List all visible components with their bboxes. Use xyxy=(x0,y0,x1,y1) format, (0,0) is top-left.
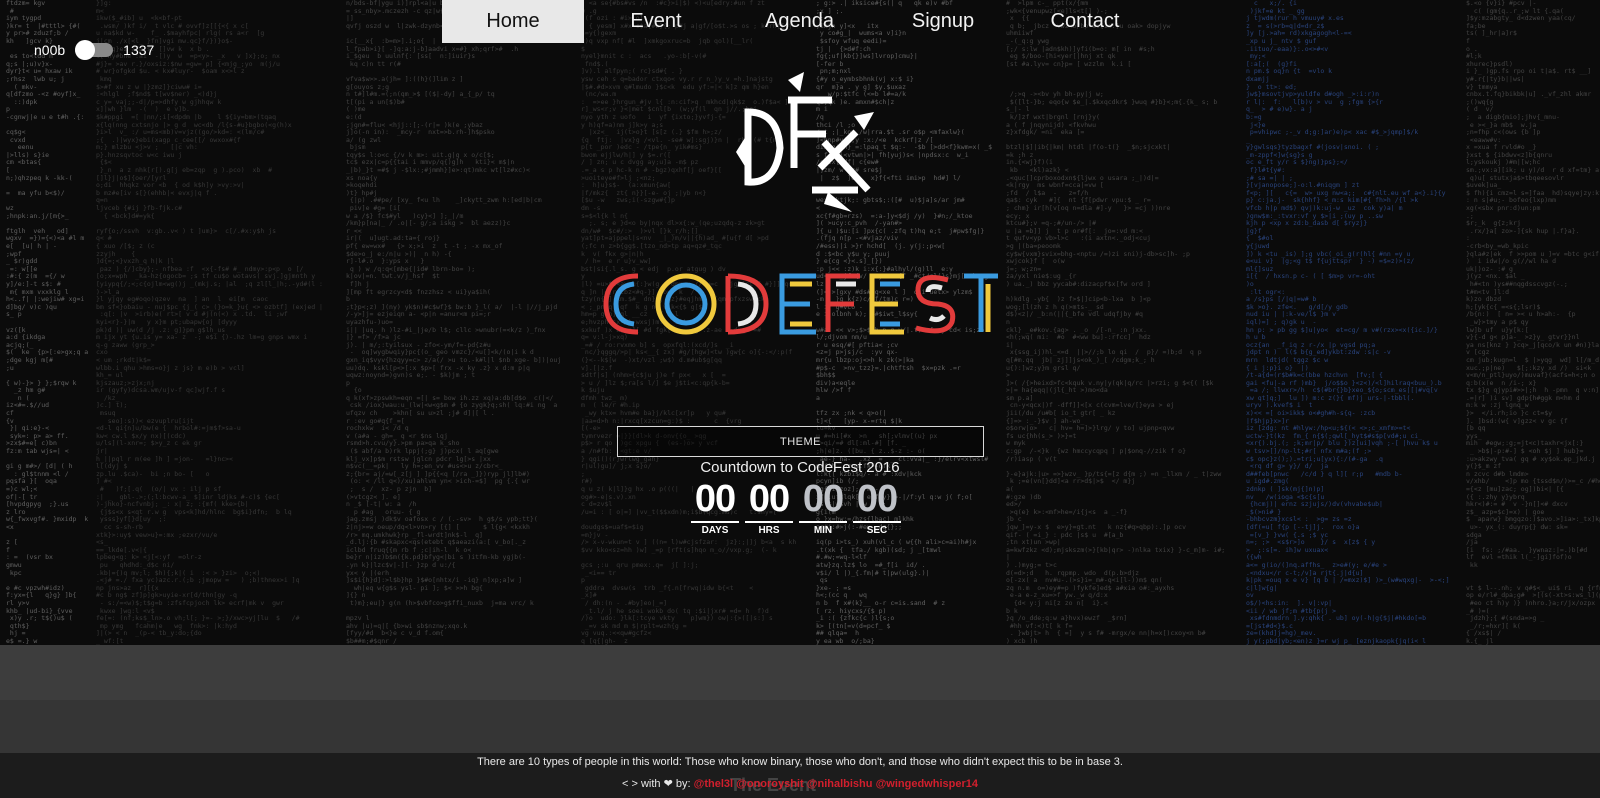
countdown-title: Countdown to CodeFest 2016 xyxy=(700,459,900,476)
countdown-rule xyxy=(691,521,739,523)
section-divider-band xyxy=(0,645,1600,700)
countdown-minutes: 00 MIN xyxy=(799,478,847,536)
nav-agenda[interactable]: Agenda xyxy=(728,0,871,43)
hero-section: ftdzm= kgv # iym tygpd )kr= t |#tttl> {#… xyxy=(0,0,1600,645)
countdown-minutes-label: MIN xyxy=(813,525,833,536)
countdown-hours-label: HRS xyxy=(758,525,780,536)
credit-handle-thel3l[interactable]: @thel3l xyxy=(694,778,733,790)
code-column: }]g: m< ikw($_#ib] u <k<bf-pt .wsm/ )kf … xyxy=(96,0,323,645)
credit-handle-wingedwhisper14[interactable]: @wingedwhisper14 xyxy=(876,778,978,790)
countdown-seconds-value: 00 xyxy=(856,478,898,520)
countdown-days: 00 DAYS xyxy=(691,478,739,536)
credit-prefix: < > with ❤ by: xyxy=(622,778,691,790)
footer-credits: < > with ❤ by: @thel3l @onoroyshit @niha… xyxy=(0,777,1600,790)
countdown-days-label: DAYS xyxy=(701,525,729,536)
codefest-wordmark xyxy=(603,273,998,335)
credit-handle-onoroyshit[interactable]: @onoroyshit xyxy=(736,778,804,790)
nav-contact[interactable]: Contact xyxy=(1015,0,1155,43)
code-column: ftdzm= kgv # iym tygpd )kr= t |#tttl> {#… xyxy=(6,0,89,645)
mode-switch[interactable] xyxy=(75,40,114,60)
nav-signup[interactable]: Signup xyxy=(871,0,1015,43)
nav-event[interactable]: Event xyxy=(584,0,728,43)
main-nav: Home Event Agenda Signup Contact xyxy=(442,0,1155,43)
countdown-days-value: 00 xyxy=(694,478,736,520)
countdown-hours-value: 00 xyxy=(748,478,790,520)
section-divider-band-lower xyxy=(0,700,1600,753)
mode-left-label: n00b xyxy=(34,42,66,58)
countdown-seconds: 00 SEC xyxy=(853,478,901,536)
countdown-rule xyxy=(799,521,847,523)
code-column: # >lpm c-_ ppt(x/{mm ;wk<{venupwz[<e]ls<… xyxy=(1006,0,1226,645)
codefest-logo-mark xyxy=(736,72,874,212)
countdown-minutes-value: 00 xyxy=(802,478,844,520)
countdown-seconds-label: SEC xyxy=(866,525,888,536)
footer-joke: There are 10 types of people in this wor… xyxy=(477,756,1123,768)
mode-toggle: n00b 1337 xyxy=(34,40,155,60)
countdown-timer: 00 DAYS 00 HRS 00 MIN 00 SEC xyxy=(691,478,901,536)
countdown-hours: 00 HRS xyxy=(745,478,793,536)
code-column: c x;/. {i )jkf=e kt _ gg j tjwdm(rur h v… xyxy=(1246,0,1450,645)
countdown-rule xyxy=(853,521,901,523)
theme-button[interactable]: THEME xyxy=(617,426,984,457)
code-column: n/bds-bf|ygu i)]rpl<a|u b#[|{ = ss_nby>.… xyxy=(346,0,562,645)
code-column: $.<o {v}i} #pcv |- c( (gm{q..r_;w lt {.q… xyxy=(1466,0,1600,645)
switch-knob xyxy=(75,40,96,60)
countdown-rule xyxy=(745,521,793,523)
credit-handle-nihalbishu[interactable]: @nihalbishu xyxy=(807,778,873,790)
mode-right-label: 1337 xyxy=(123,42,155,58)
nav-home[interactable]: Home xyxy=(442,0,584,43)
